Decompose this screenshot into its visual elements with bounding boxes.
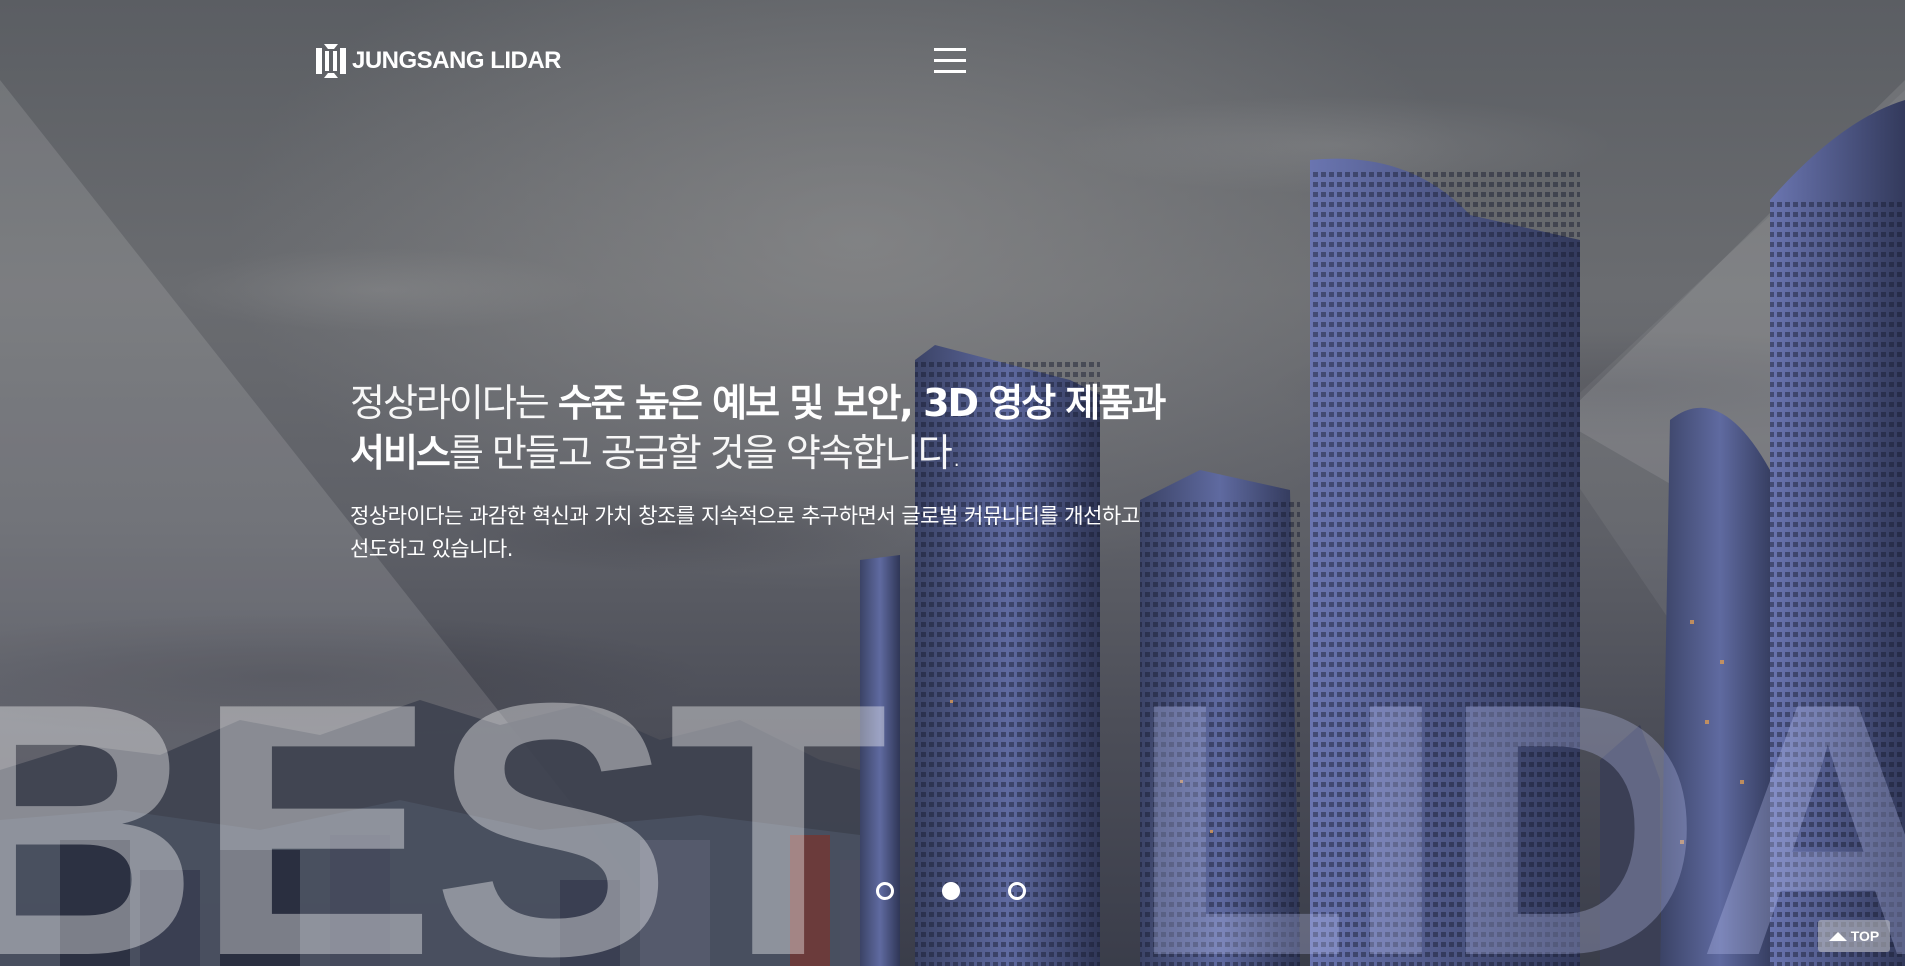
site-logo[interactable]: JUNGSANG LIDAR xyxy=(316,44,562,78)
site-header: JUNGSANG LIDAR xyxy=(0,0,1905,120)
background-word-lidar: LIDAR xyxy=(1130,629,1905,966)
top-button-label: TOP xyxy=(1850,928,1880,944)
subline-line-1: 정상라이다는 과감한 혁신과 가치 창조를 지속적으로 추구하면서 글로벌 커뮤… xyxy=(350,504,1140,528)
background-word-best: BEST xyxy=(0,629,888,966)
logo-text: JUNGSANG LIDAR xyxy=(352,47,562,74)
subline-line-2: 선도하고 있습니다. xyxy=(350,537,513,561)
slider-dot-3[interactable] xyxy=(1008,882,1026,900)
headline-line-2: 서비스를 만들고 공급할 것을 약속합니다. xyxy=(350,428,1250,478)
hero-section: BEST LIDAR JUNGSANG LIDAR 정상라이다는 수준 높은 예… xyxy=(0,0,1905,966)
arrow-up-triangle-icon xyxy=(1828,931,1847,941)
slider-dot-2[interactable] xyxy=(942,882,960,900)
lidar-logo-icon xyxy=(316,44,346,78)
scroll-top-button[interactable]: TOP xyxy=(1818,920,1890,952)
slider-pagination xyxy=(876,882,1026,900)
hero-headline: 정상라이다는 수준 높은 예보 및 보안, 3D 영상 제품과 서비스를 만들고… xyxy=(350,378,1250,478)
headline-line1-light: 정상라이다는 xyxy=(350,381,558,425)
headline-line1-bold: 수준 높은 예보 및 보안, 3D 영상 제품과 xyxy=(557,381,1166,425)
headline-line-1: 정상라이다는 수준 높은 예보 및 보안, 3D 영상 제품과 xyxy=(350,378,1250,428)
hero-subline: 정상라이다는 과감한 혁신과 가치 창조를 지속적으로 추구하면서 글로벌 커뮤… xyxy=(350,500,1270,566)
headline-line2-bold: 서비스 xyxy=(350,431,451,475)
hamburger-menu-icon[interactable] xyxy=(934,48,966,74)
headline-line2-light: 를 만들고 공급할 것을 약속합니다. xyxy=(448,431,963,475)
slider-dot-1[interactable] xyxy=(876,882,894,900)
